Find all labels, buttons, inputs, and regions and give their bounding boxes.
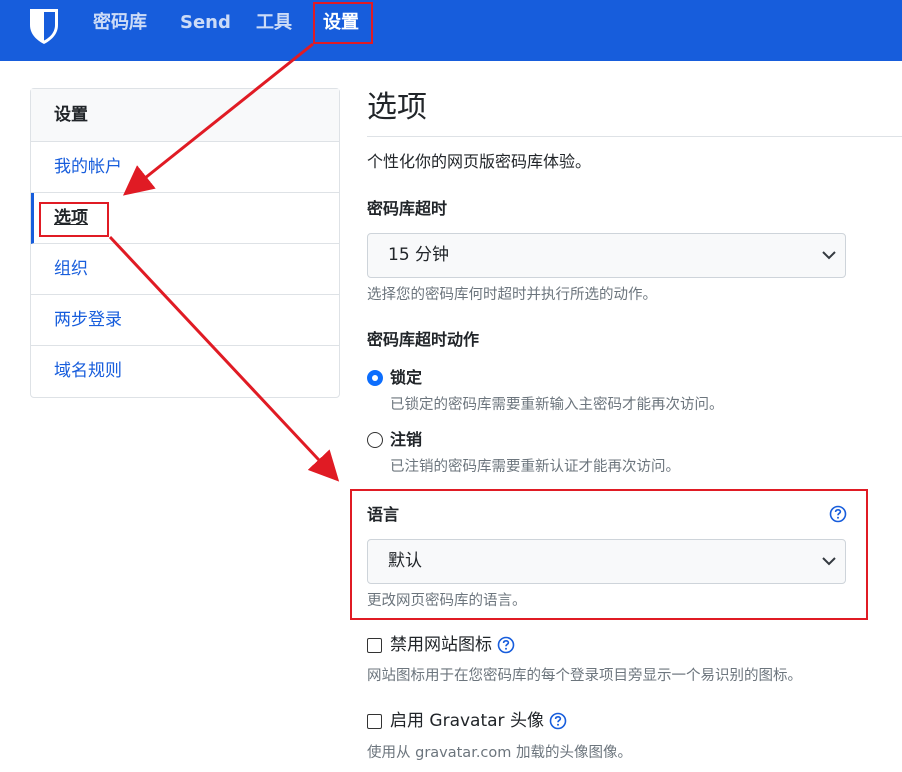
radio-lock[interactable] bbox=[367, 370, 383, 386]
chevron-down-icon bbox=[822, 557, 836, 566]
sidebar-header: 设置 bbox=[31, 89, 339, 142]
gravatar-label[interactable]: 启用 Gravatar 头像 bbox=[390, 710, 567, 732]
options-highlight-box bbox=[39, 202, 109, 237]
sidebar-item-my-account[interactable]: 我的帐户 bbox=[31, 142, 339, 193]
intro-text: 个性化你的网页版密码库体验。 bbox=[367, 152, 592, 171]
title-divider bbox=[367, 136, 902, 137]
top-navbar: 密码库 Send 工具 设置 bbox=[0, 0, 902, 61]
gravatar-checkbox[interactable] bbox=[367, 714, 382, 729]
sidebar-item-organizations[interactable]: 组织 bbox=[31, 244, 339, 295]
gravatar-help: 使用从 gravatar.com 加载的头像图像。 bbox=[367, 745, 633, 761]
language-value: 默认 bbox=[388, 551, 422, 571]
radio-logout-help: 已注销的密码库需要重新认证才能再次访问。 bbox=[390, 459, 680, 475]
radio-logout[interactable] bbox=[367, 432, 383, 448]
bitwarden-shield-icon[interactable] bbox=[28, 7, 60, 45]
vault-timeout-label: 密码库超时 bbox=[367, 199, 448, 218]
radio-lock-label[interactable]: 锁定 bbox=[390, 367, 422, 389]
question-circle-icon[interactable] bbox=[829, 505, 847, 523]
vault-timeout-value: 15 分钟 bbox=[388, 245, 450, 265]
radio-logout-label[interactable]: 注销 bbox=[390, 429, 422, 451]
language-select[interactable]: 默认 bbox=[367, 539, 846, 584]
timeout-action-label: 密码库超时动作 bbox=[367, 330, 480, 349]
language-label: 语言 bbox=[367, 505, 400, 524]
vault-timeout-help: 选择您的密码库何时超时并执行所选的动作。 bbox=[367, 287, 657, 303]
page-title: 选项 bbox=[367, 90, 427, 125]
question-circle-icon[interactable] bbox=[497, 636, 515, 654]
disable-favicon-help: 网站图标用于在您密码库的每个登录项目旁显示一个易识别的图标。 bbox=[367, 668, 802, 684]
chevron-down-icon bbox=[822, 251, 836, 260]
gravatar-text: 启用 Gravatar 头像 bbox=[390, 711, 544, 731]
radio-lock-help: 已锁定的密码库需要重新输入主密码才能再次访问。 bbox=[390, 397, 724, 413]
disable-favicon-checkbox[interactable] bbox=[367, 638, 382, 653]
nav-vault[interactable]: 密码库 bbox=[93, 12, 147, 34]
settings-sidebar: 设置 我的帐户 选项 组织 两步登录 域名规则 bbox=[30, 88, 340, 398]
language-help: 更改网页密码库的语言。 bbox=[367, 593, 527, 609]
sidebar-item-two-step-login[interactable]: 两步登录 bbox=[31, 295, 339, 346]
sidebar-item-domain-rules[interactable]: 域名规则 bbox=[31, 346, 339, 397]
vault-timeout-select[interactable]: 15 分钟 bbox=[367, 233, 846, 278]
nav-tools[interactable]: 工具 bbox=[256, 12, 292, 34]
disable-favicon-text: 禁用网站图标 bbox=[390, 635, 492, 655]
disable-favicon-label[interactable]: 禁用网站图标 bbox=[390, 634, 515, 656]
settings-highlight-box bbox=[313, 2, 373, 44]
nav-send[interactable]: Send bbox=[180, 12, 231, 34]
question-circle-icon[interactable] bbox=[549, 712, 567, 730]
